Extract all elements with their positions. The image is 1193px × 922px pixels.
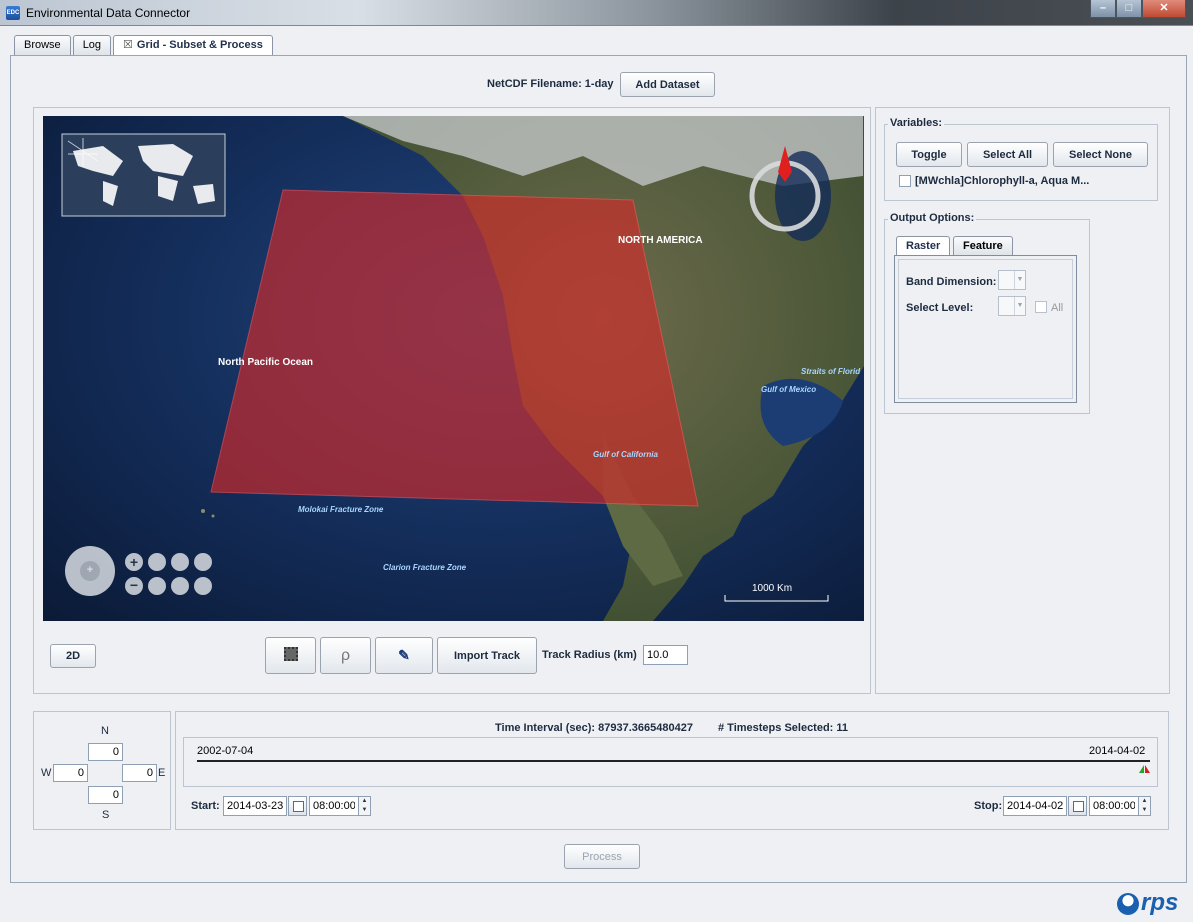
band-dimension-label: Band Dimension: <box>906 276 997 288</box>
south-input[interactable] <box>88 786 123 804</box>
tab-raster[interactable]: Raster <box>896 236 951 256</box>
rotate-left-icon[interactable] <box>148 553 166 571</box>
output-options-label: Output Options: <box>888 212 977 224</box>
noaa-logo <box>1117 893 1139 915</box>
map-label-north-pacific: North Pacific Ocean <box>218 357 314 368</box>
eraser-button[interactable]: ✎ <box>375 637 433 674</box>
north-label: N <box>101 725 109 737</box>
select-level-label: Select Level: <box>906 302 974 314</box>
window-title: Environmental Data Connector <box>26 6 191 20</box>
zoom-out-icon[interactable]: − <box>125 577 143 595</box>
select-none-button[interactable]: Select None <box>1053 142 1148 167</box>
west-input[interactable] <box>53 764 88 782</box>
tab-label: Grid - Subset & Process <box>136 39 263 51</box>
west-label: W <box>41 767 52 779</box>
variables-label: Variables: <box>888 117 944 129</box>
app-icon: EDC <box>6 6 20 20</box>
stop-label: Stop: <box>974 800 1003 812</box>
tilt-up-icon[interactable] <box>171 553 189 571</box>
map-label-gulf-mexico: Gulf of Mexico <box>761 385 817 394</box>
stop-calendar-icon[interactable] <box>1068 796 1087 816</box>
stop-time-input[interactable] <box>1089 796 1139 816</box>
eraser-icon: ✎ <box>398 647 410 663</box>
select-all-button[interactable]: Select All <box>967 142 1048 167</box>
north-input[interactable] <box>88 743 123 761</box>
tilt-down-icon[interactable] <box>171 577 189 595</box>
start-handle-icon[interactable] <box>1139 765 1144 773</box>
globe-graphics <box>61 116 864 621</box>
pan-control[interactable]: + <box>65 546 115 596</box>
rectangle-select-button[interactable] <box>265 637 316 674</box>
timeline-start-label: 2002-07-04 <box>197 745 254 757</box>
add-dataset-button[interactable]: Add Dataset <box>620 72 715 97</box>
globe-map[interactable]: NORTH AMERICA North Pacific Ocean Gulf o… <box>43 116 864 621</box>
close-button[interactable]: ✕ <box>1142 0 1186 18</box>
tab-log[interactable]: Log <box>72 35 112 55</box>
map-scale-label: 1000 Km <box>752 583 793 594</box>
variable-label: [MWchla]Chlorophyll-a, Aqua M... <box>915 175 1090 187</box>
start-label: Start: <box>191 800 220 812</box>
all-levels-checkbox[interactable] <box>1035 301 1047 313</box>
east-label: E <box>158 767 166 779</box>
process-button[interactable]: Process <box>564 844 640 869</box>
all-levels-label: All <box>1051 302 1064 314</box>
timeline[interactable] <box>183 737 1158 787</box>
map-label-molokai: Molokai Fracture Zone <box>298 505 384 514</box>
zoom-in-icon[interactable]: + <box>125 553 143 571</box>
tab-grid-subset-process[interactable]: ☒ Grid - Subset & Process <box>113 35 273 56</box>
east-input[interactable] <box>122 764 157 782</box>
track-radius-label: Track Radius (km) <box>542 649 637 661</box>
minimize-button[interactable]: – <box>1090 0 1116 18</box>
toggle-button[interactable]: Toggle <box>896 142 962 167</box>
timeline-track <box>197 760 1150 762</box>
timesteps-selected-label: # Timesteps Selected: 11 <box>718 722 849 734</box>
view-2d-button[interactable]: 2D <box>50 644 96 668</box>
variable-checkbox[interactable] <box>899 175 911 187</box>
tab-feature[interactable]: Feature <box>953 236 1013 255</box>
window-titlebar: EDC Environmental Data Connector – □ ✕ <box>0 0 1193 26</box>
stop-date-input[interactable] <box>1003 796 1067 816</box>
map-label-north-america: NORTH AMERICA <box>618 235 703 246</box>
main-tabs: Browse Log ☒ Grid - Subset & Process <box>14 35 275 56</box>
close-tab-icon[interactable]: ☒ <box>123 39 133 51</box>
start-date-input[interactable] <box>223 796 287 816</box>
rps-logo: rps <box>1141 889 1179 916</box>
scale-bar <box>724 595 829 602</box>
map-label-clarion: Clarion Fracture Zone <box>383 563 467 572</box>
rotate-right-icon[interactable] <box>148 577 166 595</box>
stop-time-spinner[interactable]: ▲ ▼ <box>1138 796 1151 816</box>
map-label-gulf-california: Gulf of California <box>593 450 658 459</box>
start-calendar-icon[interactable] <box>288 796 307 816</box>
select-level-select[interactable]: ▼ <box>998 296 1026 316</box>
track-radius-input[interactable] <box>643 645 688 665</box>
start-time-input[interactable] <box>309 796 359 816</box>
exaggerate-up-icon[interactable] <box>194 553 212 571</box>
maximize-button[interactable]: □ <box>1116 0 1142 18</box>
stop-handle-icon[interactable] <box>1145 765 1150 773</box>
south-label: S <box>102 809 110 821</box>
time-interval-label: Time Interval (sec): 87937.3665480427 <box>495 722 693 734</box>
lasso-select-icon: ρ <box>340 646 351 664</box>
start-time-spinner[interactable]: ▲ ▼ <box>358 796 371 816</box>
tab-browse[interactable]: Browse <box>14 35 71 55</box>
lasso-select-button[interactable]: ρ <box>320 637 371 674</box>
pan-center-icon: + <box>80 561 100 581</box>
exaggerate-down-icon[interactable] <box>194 577 212 595</box>
chevron-down-icon: ▼ <box>1014 297 1025 315</box>
netcdf-filename-label: NetCDF Filename: 1-day <box>487 78 614 90</box>
window-controls: – □ ✕ <box>1090 0 1186 20</box>
chevron-down-icon: ▼ <box>1014 271 1025 289</box>
map-label-straits-florida: Straits of Florid <box>801 367 861 376</box>
import-track-button[interactable]: Import Track <box>437 637 537 674</box>
timeline-end-label: 2014-04-02 <box>1089 745 1146 757</box>
band-dimension-select[interactable]: ▼ <box>998 270 1026 290</box>
rectangle-select-icon <box>283 647 298 661</box>
